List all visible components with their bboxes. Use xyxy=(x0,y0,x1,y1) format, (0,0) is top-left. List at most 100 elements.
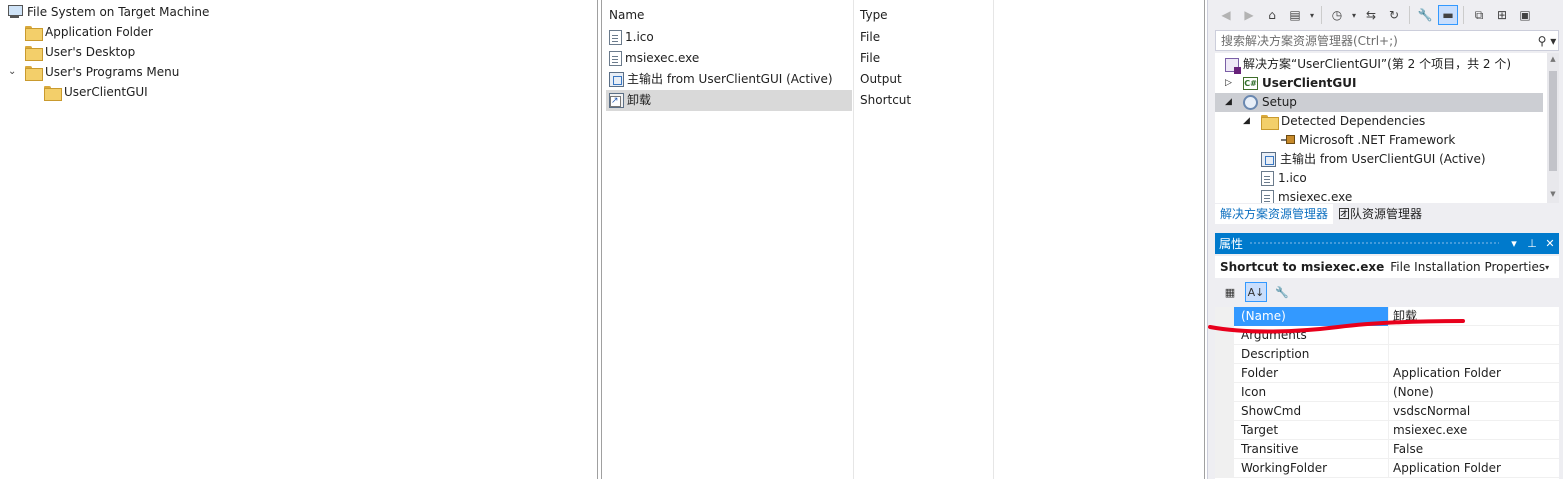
properties-wrench-icon[interactable]: 🔧 xyxy=(1415,5,1435,25)
properties-title: 属性 xyxy=(1219,237,1244,251)
list-item-type: File xyxy=(860,30,881,44)
tab-solution-explorer[interactable]: 解决方案资源管理器 xyxy=(1215,204,1334,224)
refresh-icon[interactable]: ↻ xyxy=(1384,5,1404,25)
property-name: Icon xyxy=(1234,383,1389,402)
pending-changes-dropdown-icon[interactable]: ▾ xyxy=(1350,5,1358,25)
list-item-selected[interactable]: 卸载 Shortcut xyxy=(606,90,1202,111)
switch-views-dropdown-icon[interactable]: ▾ xyxy=(1308,5,1316,25)
tree-item-application-folder[interactable]: Application Folder xyxy=(25,22,153,42)
show-all-files-icon[interactable]: ⧉ xyxy=(1469,5,1489,25)
column-header-type[interactable]: Type xyxy=(853,4,993,26)
tree-root[interactable]: File System on Target Machine xyxy=(7,2,209,22)
title-grip xyxy=(1249,241,1499,246)
property-name: Transitive xyxy=(1234,440,1389,459)
folder-icon xyxy=(44,85,62,101)
toolbar-separator xyxy=(1463,6,1464,24)
property-value[interactable]: Application Folder xyxy=(1392,364,1501,383)
property-value[interactable]: (None) xyxy=(1392,383,1434,402)
expand-arrow-icon[interactable]: ▷ xyxy=(1225,78,1232,88)
node-label: msiexec.exe xyxy=(1278,190,1353,203)
dependency-node[interactable]: Microsoft .NET Framework xyxy=(1281,131,1455,150)
property-pages-wrench-icon[interactable]: 🔧 xyxy=(1271,282,1293,302)
folder-icon xyxy=(25,25,43,41)
scroll-up-icon[interactable]: ▲ xyxy=(1547,55,1559,63)
list-item[interactable]: msiexec.exe File xyxy=(606,48,1202,69)
tree-root-label: File System on Target Machine xyxy=(27,5,210,19)
project-label: Setup xyxy=(1262,95,1297,109)
property-row-arguments[interactable]: Arguments xyxy=(1215,326,1559,345)
pending-changes-icon[interactable]: ◷ xyxy=(1327,5,1347,25)
property-row-icon[interactable]: Icon (None) xyxy=(1215,383,1559,402)
file-icon xyxy=(1261,190,1274,203)
project-output-node[interactable]: 主输出 from UserClientGUI (Active) xyxy=(1261,150,1486,169)
folder-icon xyxy=(25,65,43,81)
sync-icon[interactable]: ⇆ xyxy=(1361,5,1381,25)
property-grid: (Name) 卸载 Arguments Description Folder A… xyxy=(1215,307,1559,479)
forward-icon[interactable]: ▶ xyxy=(1239,5,1259,25)
property-value[interactable]: 卸载 xyxy=(1392,307,1417,326)
tree-item-users-programs-menu[interactable]: User's Programs Menu xyxy=(25,62,179,82)
search-input[interactable]: 搜索解决方案资源管理器(Ctrl+;) xyxy=(1221,32,1536,49)
object-type: File Installation Properties xyxy=(1390,260,1546,274)
toolbar-separator xyxy=(1321,6,1322,24)
scroll-down-icon[interactable]: ▼ xyxy=(1547,190,1559,198)
search-icon[interactable]: ⚲ ▾ xyxy=(1536,34,1558,48)
list-item[interactable]: 主输出 from UserClientGUI (Active) Output xyxy=(606,69,1202,90)
detected-dependencies-node[interactable]: Detected Dependencies xyxy=(1261,112,1425,131)
vertical-scrollbar[interactable]: ▲ ▼ xyxy=(1547,53,1559,203)
tree-item-users-desktop[interactable]: User's Desktop xyxy=(25,42,135,62)
pin-icon[interactable]: ⊥ xyxy=(1523,237,1541,250)
tool-window-tabs: 解决方案资源管理器 团队资源管理器 xyxy=(1215,204,1559,224)
property-name: Description xyxy=(1234,345,1389,364)
property-row-folder[interactable]: Folder Application Folder xyxy=(1215,364,1559,383)
solution-explorer-tree: 解决方案“UserClientGUI”(第 2 个项目，共 2 个) ▷ C# … xyxy=(1215,53,1559,203)
tree-item-label: User's Programs Menu xyxy=(45,65,180,79)
view-designer-icon[interactable]: ▣ xyxy=(1515,5,1535,25)
project-output-icon xyxy=(609,72,624,87)
properties-object-selector[interactable]: Shortcut to msiexec.exe File Installatio… xyxy=(1215,256,1559,278)
list-item-name: 主输出 from UserClientGUI (Active) xyxy=(627,72,833,86)
alphabetical-icon[interactable]: A↓ xyxy=(1245,282,1267,302)
project-output-icon xyxy=(1261,152,1276,167)
property-value[interactable]: msiexec.exe xyxy=(1392,421,1467,440)
collapse-arrow-icon[interactable]: ◢ xyxy=(1243,116,1250,126)
expand-chevron-icon[interactable]: ⌄ xyxy=(8,66,16,77)
folder-open-icon xyxy=(1261,115,1279,130)
solution-node[interactable]: 解决方案“UserClientGUI”(第 2 个项目，共 2 个) xyxy=(1225,55,1511,74)
list-item-type: Output xyxy=(860,72,902,86)
property-value[interactable]: Application Folder xyxy=(1392,459,1501,478)
chevron-down-icon[interactable]: ▾ xyxy=(1545,263,1559,272)
project-node-userclientgui[interactable]: C# UserClientGUI xyxy=(1243,74,1356,93)
back-icon[interactable]: ◀ xyxy=(1216,5,1236,25)
property-row-workingfolder[interactable]: WorkingFolder Application Folder xyxy=(1215,459,1559,478)
window-dropdown-icon[interactable]: ▾ xyxy=(1505,237,1523,250)
property-row-name[interactable]: (Name) 卸载 xyxy=(1215,307,1559,326)
property-value[interactable]: False xyxy=(1392,440,1423,459)
switch-views-icon[interactable]: ▤ xyxy=(1285,5,1305,25)
project-node-setup[interactable]: ◢ Setup xyxy=(1215,93,1543,112)
preview-icon[interactable]: ⊞ xyxy=(1492,5,1512,25)
solution-icon xyxy=(1225,57,1241,74)
categorized-icon[interactable]: ▦ xyxy=(1219,282,1241,302)
solution-explorer-search[interactable]: 搜索解决方案资源管理器(Ctrl+;) ⚲ ▾ xyxy=(1215,30,1559,51)
tree-item-userclientgui[interactable]: UserClientGUI xyxy=(44,82,148,102)
home-icon[interactable]: ⌂ xyxy=(1262,5,1282,25)
property-row-target[interactable]: Target msiexec.exe xyxy=(1215,421,1559,440)
property-row-transitive[interactable]: Transitive False xyxy=(1215,440,1559,459)
scrollbar-thumb[interactable] xyxy=(1549,71,1557,171)
file-node[interactable]: 1.ico xyxy=(1261,169,1307,188)
property-row-description[interactable]: Description xyxy=(1215,345,1559,364)
collapse-arrow-icon[interactable]: ◢ xyxy=(1225,93,1232,112)
properties-title-bar[interactable]: 属性 ▾ ⊥ ✕ xyxy=(1215,233,1559,254)
object-name: Shortcut to msiexec.exe xyxy=(1220,260,1385,274)
property-value[interactable]: vsdscNormal xyxy=(1392,402,1470,421)
tool-windows-panel: ◀ ▶ ⌂ ▤ ▾ ◷ ▾ ⇆ ↻ 🔧 ▬ ⧉ ⊞ ▣ 搜索解决方案资源管理器(… xyxy=(1207,0,1563,479)
file-node[interactable]: msiexec.exe xyxy=(1261,188,1352,203)
property-row-showcmd[interactable]: ShowCmd vsdscNormal xyxy=(1215,402,1559,421)
close-icon[interactable]: ✕ xyxy=(1541,237,1559,250)
list-item[interactable]: 1.ico File xyxy=(606,27,1202,48)
tab-team-explorer[interactable]: 团队资源管理器 xyxy=(1333,204,1427,224)
tree-item-label: Application Folder xyxy=(45,25,153,39)
collapse-all-icon[interactable]: ▬ xyxy=(1438,5,1458,25)
column-header-name[interactable]: Name xyxy=(602,4,852,26)
